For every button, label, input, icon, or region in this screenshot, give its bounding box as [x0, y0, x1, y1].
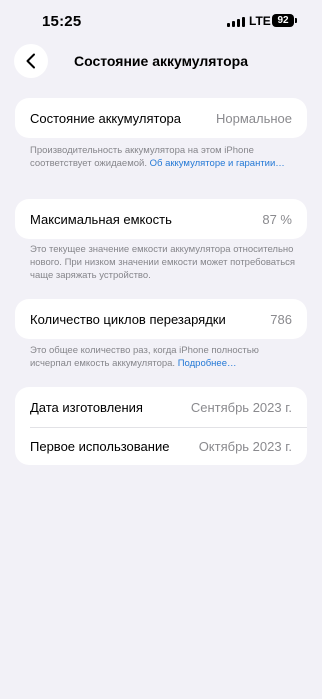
- max-capacity-row: Максимальная емкость 87 %: [15, 199, 307, 239]
- chevron-left-icon: [26, 53, 35, 69]
- battery-icon: 92: [272, 14, 294, 27]
- back-button[interactable]: [14, 44, 48, 78]
- battery-condition-card: Состояние аккумулятора Нормальное: [15, 98, 307, 138]
- cycle-count-label: Количество циклов перезарядки: [30, 311, 226, 327]
- battery-condition-footnote: Производительность аккумулятора на этом …: [30, 144, 300, 170]
- dates-card: Дата изготовления Сентябрь 2023 г. Перво…: [15, 387, 307, 465]
- network-type: LTE: [249, 14, 271, 28]
- learn-more-link[interactable]: Подробнее…: [178, 358, 237, 369]
- battery-level: 92: [277, 15, 289, 26]
- battery-condition-row: Состояние аккумулятора Нормальное: [15, 98, 307, 138]
- manufacture-date-label: Дата изготовления: [30, 399, 143, 415]
- battery-health-screen: 15:25 LTE 92 Состояние аккумулятора Сост…: [0, 0, 322, 699]
- cycle-count-row: Количество циклов перезарядки 786: [15, 299, 307, 339]
- cycle-count-footnote: Это общее количество раз, когда iPhone п…: [30, 344, 300, 370]
- status-bar: 15:25 LTE 92: [0, 0, 322, 44]
- first-use-label: Первое использование: [30, 439, 170, 454]
- manufacture-date-row: Дата изготовления Сентябрь 2023 г.: [15, 387, 307, 427]
- max-capacity-card: Максимальная емкость 87 %: [15, 199, 307, 239]
- battery-condition-value: Нормальное: [215, 110, 292, 126]
- max-capacity-label: Максимальная емкость: [30, 211, 172, 227]
- battery-condition-label: Состояние аккумулятора: [30, 110, 182, 126]
- cellular-signal-icon: [227, 16, 245, 27]
- first-use-value: Октябрь 2023 г.: [198, 439, 292, 454]
- max-capacity-footnote: Это текущее значение емкости аккумулятор…: [30, 244, 296, 281]
- battery-warranty-link[interactable]: Об аккумуляторе и гарантии…: [150, 158, 285, 169]
- battery-tip: [295, 18, 297, 23]
- max-capacity-value: 87 %: [262, 211, 292, 227]
- manufacture-date-value: Сентябрь 2023 г.: [190, 399, 292, 415]
- cycle-count-value: 786: [270, 311, 292, 327]
- page-title: Состояние аккумулятора: [73, 53, 248, 69]
- cycle-count-card: Количество циклов перезарядки 786: [15, 299, 307, 339]
- status-time: 15:25: [42, 13, 82, 30]
- first-use-row: Первое использование Октябрь 2023 г.: [15, 428, 307, 465]
